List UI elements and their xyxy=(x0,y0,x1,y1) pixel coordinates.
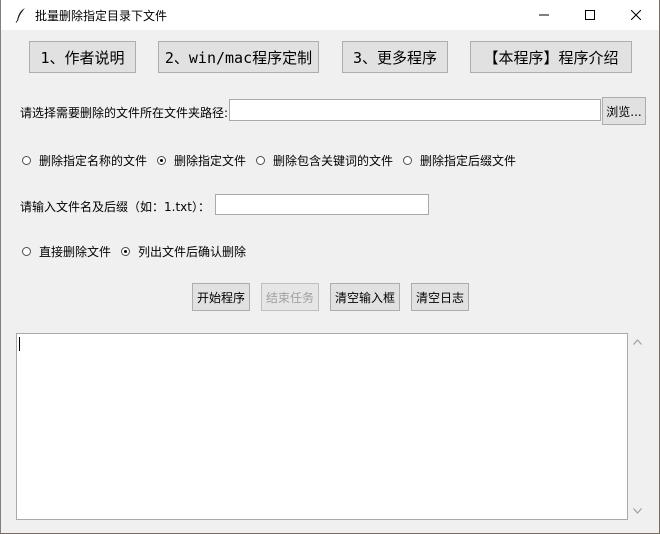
mode-option-label: 删除指定文件 xyxy=(174,154,247,168)
delete-option-label: 直接删除文件 xyxy=(39,245,112,259)
text-cursor xyxy=(19,337,20,351)
program-intro-button[interactable]: 【本程序】程序介绍 xyxy=(470,41,632,73)
mode-option-label: 删除指定名称的文件 xyxy=(39,154,148,168)
log-textarea[interactable] xyxy=(16,333,628,520)
close-icon xyxy=(631,10,641,20)
radio-checked-icon xyxy=(157,156,167,165)
filename-label: 请输入文件名及后缀（如：1.txt）： xyxy=(20,200,210,214)
minimize-icon xyxy=(539,14,549,16)
mode-option-suffix[interactable]: 删除指定后缀文件 xyxy=(403,152,516,169)
radio-unchecked-icon xyxy=(22,156,31,165)
clear-log-button[interactable]: 清空日志 xyxy=(411,283,469,311)
radio-unchecked-icon xyxy=(22,247,31,256)
delete-method-group: 直接删除文件 列出文件后确认删除 xyxy=(22,243,256,260)
mode-option-specified-file[interactable]: 删除指定文件 xyxy=(157,152,246,169)
window-title: 批量删除指定目录下文件 xyxy=(35,9,168,23)
radio-unchecked-icon xyxy=(403,156,413,165)
stop-task-button[interactable]: 结束任务 xyxy=(261,283,319,311)
start-program-button[interactable]: 开始程序 xyxy=(192,283,250,311)
mode-option-label: 删除指定后缀文件 xyxy=(420,154,517,168)
chevron-down-icon[interactable] xyxy=(633,508,642,514)
delete-mode-group: 删除指定名称的文件 删除指定文件 删除包含关键词的文件 删除指定后缀文件 xyxy=(22,152,526,169)
folder-path-label: 请选择需要删除的文件所在文件夹路径: xyxy=(20,106,229,120)
mode-option-keyword[interactable]: 删除包含关键词的文件 xyxy=(256,152,393,169)
log-scrollbar[interactable] xyxy=(629,333,646,520)
maximize-button[interactable] xyxy=(567,0,613,30)
filename-input[interactable] xyxy=(215,194,429,215)
clear-input-button[interactable]: 清空输入框 xyxy=(330,283,400,311)
delete-option-confirm[interactable]: 列出文件后确认删除 xyxy=(121,243,246,260)
feather-icon xyxy=(15,8,25,23)
browse-button[interactable]: 浏览... xyxy=(602,97,646,125)
mode-option-by-name[interactable]: 删除指定名称的文件 xyxy=(22,152,147,169)
custom-program-button[interactable]: 2、win/mac程序定制 xyxy=(158,41,319,73)
app-window: 批量删除指定目录下文件 1、作者说明 2、win/mac程序定制 3、更多程序 … xyxy=(0,0,659,533)
author-info-button[interactable]: 1、作者说明 xyxy=(29,41,136,73)
folder-path-input[interactable] xyxy=(229,99,601,121)
minimize-button[interactable] xyxy=(521,0,567,30)
radio-checked-icon xyxy=(121,247,131,256)
main-panel: 1、作者说明 2、win/mac程序定制 3、更多程序 【本程序】程序介绍 请选… xyxy=(1,30,659,533)
maximize-icon xyxy=(585,10,595,20)
close-button[interactable] xyxy=(613,0,659,30)
chevron-up-icon[interactable] xyxy=(633,339,642,345)
delete-option-direct[interactable]: 直接删除文件 xyxy=(22,243,111,260)
delete-option-label: 列出文件后确认删除 xyxy=(138,245,247,259)
radio-unchecked-icon xyxy=(256,156,266,165)
mode-option-label: 删除包含关键词的文件 xyxy=(273,154,394,168)
title-bar[interactable]: 批量删除指定目录下文件 xyxy=(1,0,659,30)
more-programs-button[interactable]: 3、更多程序 xyxy=(342,41,448,73)
